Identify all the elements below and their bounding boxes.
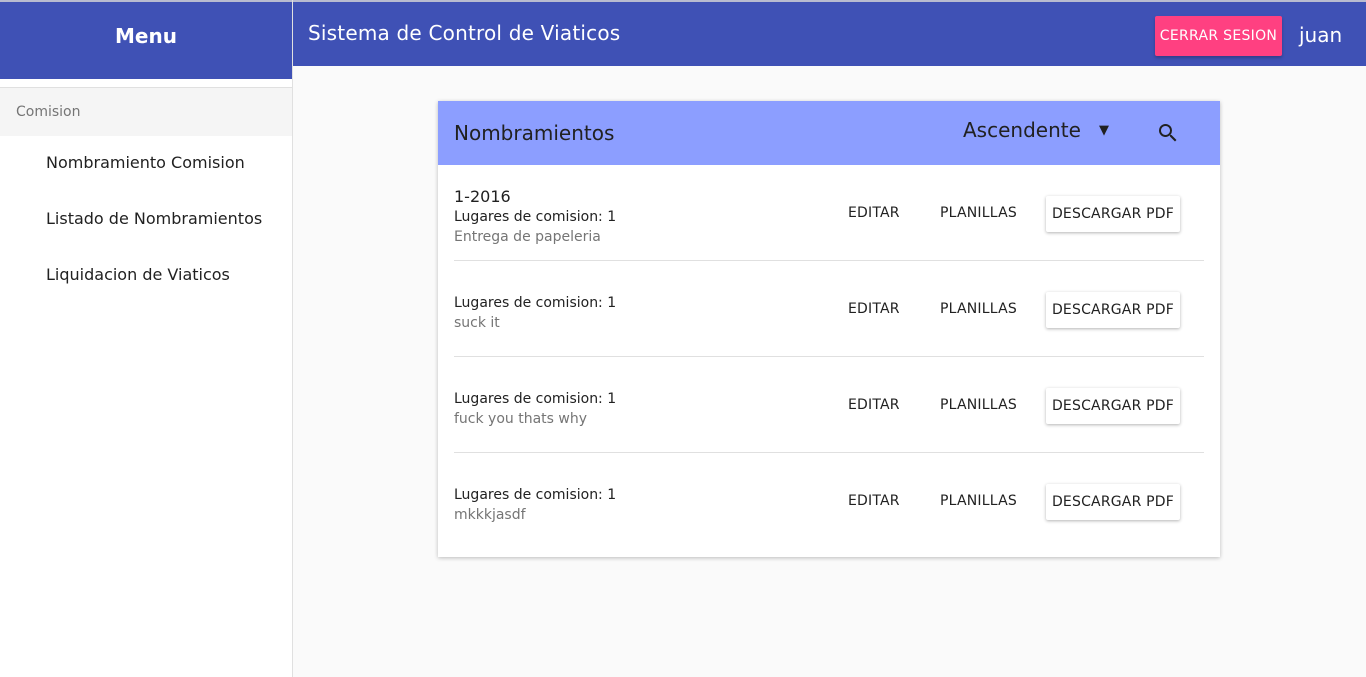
logout-button[interactable]: CERRAR SESION: [1155, 16, 1282, 56]
item-lugares: Lugares de comision: 1: [454, 209, 617, 225]
edit-button[interactable]: EDITAR: [848, 493, 900, 509]
sidebar-item-nombramiento-comision[interactable]: Nombramiento Comision: [46, 153, 245, 172]
item-lugares: Lugares de comision: 1: [454, 295, 617, 311]
sidebar-item-listado-nombramientos[interactable]: Listado de Nombramientos: [46, 209, 262, 228]
planillas-button[interactable]: PLANILLAS: [940, 301, 1017, 317]
sidebar-title: Menu: [115, 23, 177, 48]
list-item: Lugares de comision: 1 suck it EDITAR PL…: [454, 261, 1204, 357]
item-description: mkkkjasdf: [454, 507, 526, 523]
edit-button[interactable]: EDITAR: [848, 397, 900, 413]
card-title: Nombramientos: [454, 121, 615, 145]
app-title: Sistema de Control de Viaticos: [308, 21, 621, 45]
download-pdf-button[interactable]: DESCARGAR PDF: [1046, 388, 1180, 424]
edit-button[interactable]: EDITAR: [848, 301, 900, 317]
list-item: Lugares de comision: 1 mkkkjasdf EDITAR …: [454, 453, 1204, 549]
list-item: 1-2016 Lugares de comision: 1 Entrega de…: [454, 165, 1204, 261]
download-pdf-button[interactable]: DESCARGAR PDF: [1046, 196, 1180, 232]
item-description: fuck you thats why: [454, 411, 588, 427]
planillas-button[interactable]: PLANILLAS: [940, 397, 1017, 413]
item-lugares: Lugares de comision: 1: [454, 487, 617, 503]
arrow-drop-down-icon[interactable]: ▼: [1099, 123, 1109, 138]
username: juan: [1299, 23, 1343, 47]
item-description: suck it: [454, 315, 500, 331]
item-lugares: Lugares de comision: 1: [454, 391, 617, 407]
item-title: 1-2016: [454, 187, 511, 206]
edit-button[interactable]: EDITAR: [848, 205, 900, 221]
download-pdf-button[interactable]: DESCARGAR PDF: [1046, 484, 1180, 520]
item-description: Entrega de papeleria: [454, 229, 601, 245]
sidebar-header: Menu: [0, 0, 292, 79]
list-item: Lugares de comision: 1 fuck you thats wh…: [454, 357, 1204, 453]
sidebar: Menu Comision Nombramiento Comision List…: [0, 0, 293, 677]
nombramientos-card: Nombramientos Ascendente ▼ 1-2016 Lugare…: [438, 101, 1220, 557]
sort-select[interactable]: Ascendente: [963, 118, 1113, 148]
card-header: Nombramientos Ascendente ▼: [438, 101, 1220, 165]
sidebar-item-liquidacion-viaticos[interactable]: Liquidacion de Viaticos: [46, 265, 230, 284]
planillas-button[interactable]: PLANILLAS: [940, 493, 1017, 509]
sidebar-section-header: Comision: [0, 87, 292, 136]
planillas-button[interactable]: PLANILLAS: [940, 205, 1017, 221]
download-pdf-button[interactable]: DESCARGAR PDF: [1046, 292, 1180, 328]
search-icon[interactable]: [1156, 121, 1180, 145]
